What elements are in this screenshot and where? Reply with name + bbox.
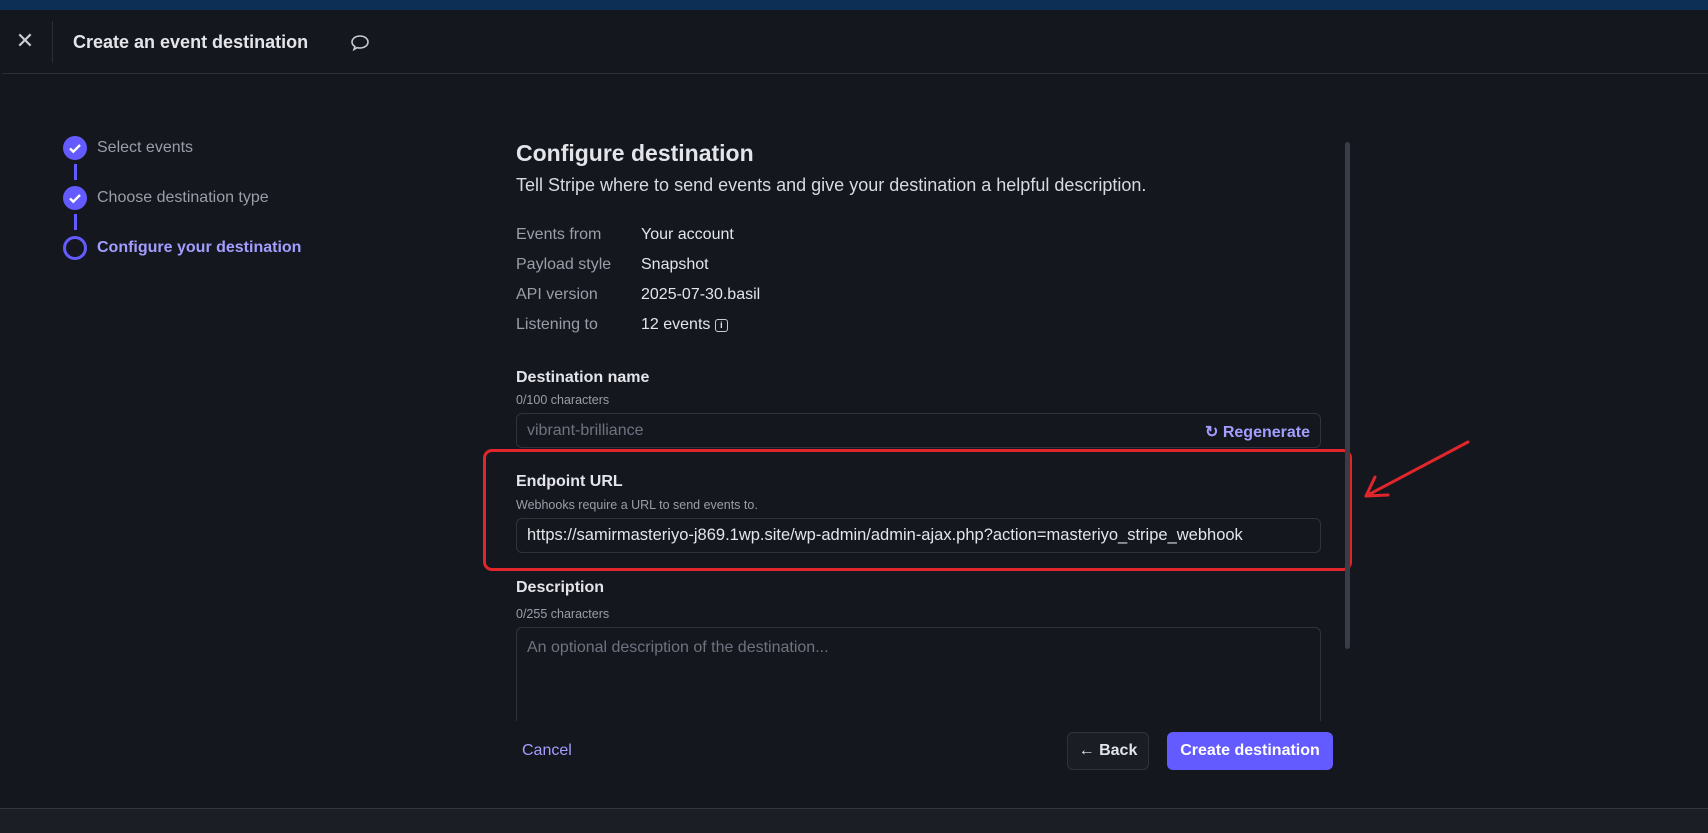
meta-value: Your account xyxy=(641,226,734,243)
scrollbar[interactable] xyxy=(1345,142,1350,649)
cancel-button[interactable]: Cancel xyxy=(522,742,572,760)
regenerate-button[interactable]: ↻ Regenerate xyxy=(1205,422,1310,442)
meta-value: Snapshot xyxy=(641,256,709,273)
destination-name-label: Destination name xyxy=(516,369,650,386)
description-textarea[interactable]: An optional description of the destinati… xyxy=(516,627,1321,721)
current-step-circle-icon xyxy=(63,236,87,260)
destination-name-placeholder: vibrant-brilliance xyxy=(527,421,644,439)
description-placeholder: An optional description of the destinati… xyxy=(527,639,829,656)
info-icon[interactable]: i xyxy=(714,319,728,332)
meta-value: 12 events i xyxy=(641,316,728,334)
step-connector xyxy=(74,164,77,180)
check-circle-icon xyxy=(63,136,87,160)
meta-label: Payload style xyxy=(516,256,612,273)
back-label: Back xyxy=(1099,742,1138,759)
meta-label: Events from xyxy=(516,226,602,243)
description-count: 0/255 characters xyxy=(516,607,610,621)
page-title: Create an event destination xyxy=(73,32,309,52)
feedback-icon[interactable] xyxy=(350,34,370,52)
create-destination-button[interactable]: Create destination xyxy=(1167,732,1333,770)
check-circle-icon xyxy=(63,186,87,210)
step-connector xyxy=(74,214,77,230)
browser-top-bar xyxy=(0,0,1708,10)
arrow-left-icon: ← xyxy=(1078,742,1100,759)
listening-count: 12 events xyxy=(641,316,711,333)
step-configure-destination: Configure your destination xyxy=(97,239,302,256)
close-icon[interactable]: ✕ xyxy=(14,30,36,52)
meta-label: API version xyxy=(516,286,598,303)
meta-label: Listening to xyxy=(516,316,598,333)
annotation-arrow-icon xyxy=(1364,440,1470,498)
destination-name-input[interactable]: vibrant-brilliance ↻ Regenerate xyxy=(516,413,1321,448)
bottom-panel xyxy=(0,808,1708,833)
section-subtitle: Tell Stripe where to send events and giv… xyxy=(516,175,1147,195)
highlight-annotation-box xyxy=(483,449,1352,571)
header-divider xyxy=(52,21,53,63)
refresh-icon: ↻ xyxy=(1204,424,1219,441)
step-choose-destination-type[interactable]: Choose destination type xyxy=(97,189,269,207)
step-select-events[interactable]: Select events xyxy=(97,139,193,157)
section-heading: Configure destination xyxy=(516,140,754,166)
destination-name-count: 0/100 characters xyxy=(516,393,610,407)
regenerate-label: Regenerate xyxy=(1222,424,1310,441)
meta-value: 2025-07-30.basil xyxy=(641,286,761,303)
description-label: Description xyxy=(516,579,605,596)
back-button[interactable]: ← Back xyxy=(1067,732,1149,770)
